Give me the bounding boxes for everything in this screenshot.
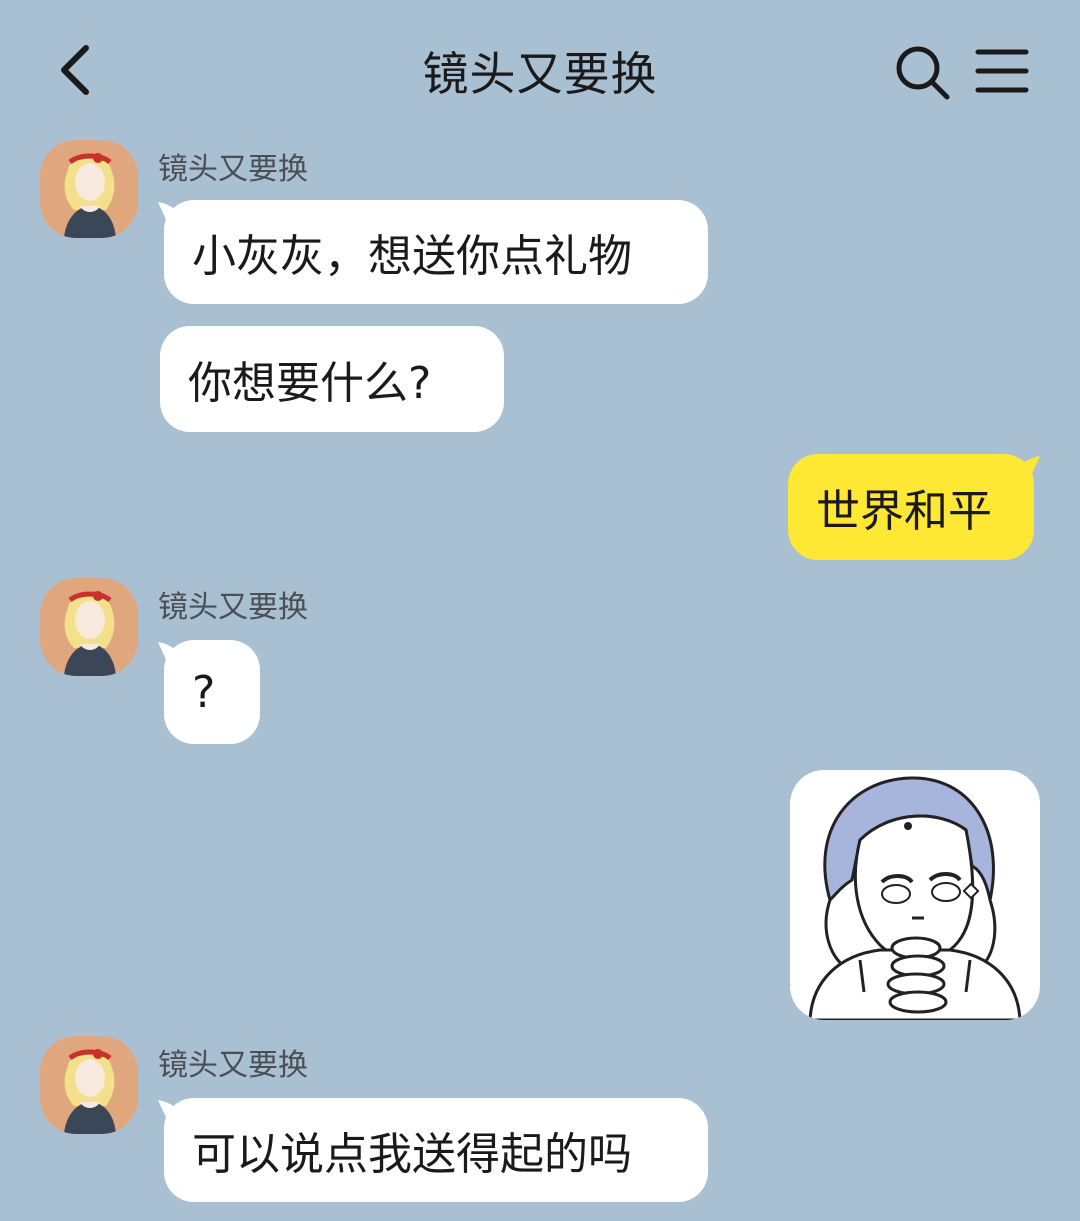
message-text: 世界和平 — [816, 486, 992, 537]
message-text: 可以说点我送得起的吗 — [192, 1129, 632, 1180]
sender-name: 镜头又要换 — [158, 590, 308, 625]
top-bar: 镜头又要换 — [0, 0, 1080, 140]
search-button[interactable] — [892, 42, 952, 102]
avatar[interactable] — [40, 578, 138, 676]
anime-girl-clasped-hands-sticker — [808, 776, 1022, 1020]
avatar-portrait-icon — [64, 1049, 116, 1134]
message-bubble[interactable]: 世界和平 — [788, 454, 1034, 560]
sender-name: 镜头又要换 — [158, 1048, 308, 1083]
sender-name: 镜头又要换 — [158, 152, 308, 187]
message-bubble[interactable]: 小灰灰，想送你点礼物 — [164, 200, 708, 304]
message-text: ? — [192, 666, 216, 718]
avatar-portrait-icon — [64, 591, 116, 676]
message-bubble[interactable]: ? — [164, 640, 260, 744]
avatar[interactable] — [40, 1036, 138, 1134]
sticker-message[interactable] — [790, 770, 1040, 1020]
hamburger-menu-icon — [975, 49, 1029, 93]
search-icon — [896, 46, 950, 100]
message-text: 小灰灰，想送你点礼物 — [192, 231, 632, 282]
menu-button[interactable] — [974, 46, 1030, 96]
message-bubble[interactable]: 你想要什么? — [160, 326, 504, 432]
message-bubble[interactable]: 可以说点我送得起的吗 — [164, 1098, 708, 1202]
avatar[interactable] — [40, 140, 138, 238]
avatar-portrait-icon — [64, 153, 116, 238]
message-text: 你想要什么? — [188, 358, 432, 409]
